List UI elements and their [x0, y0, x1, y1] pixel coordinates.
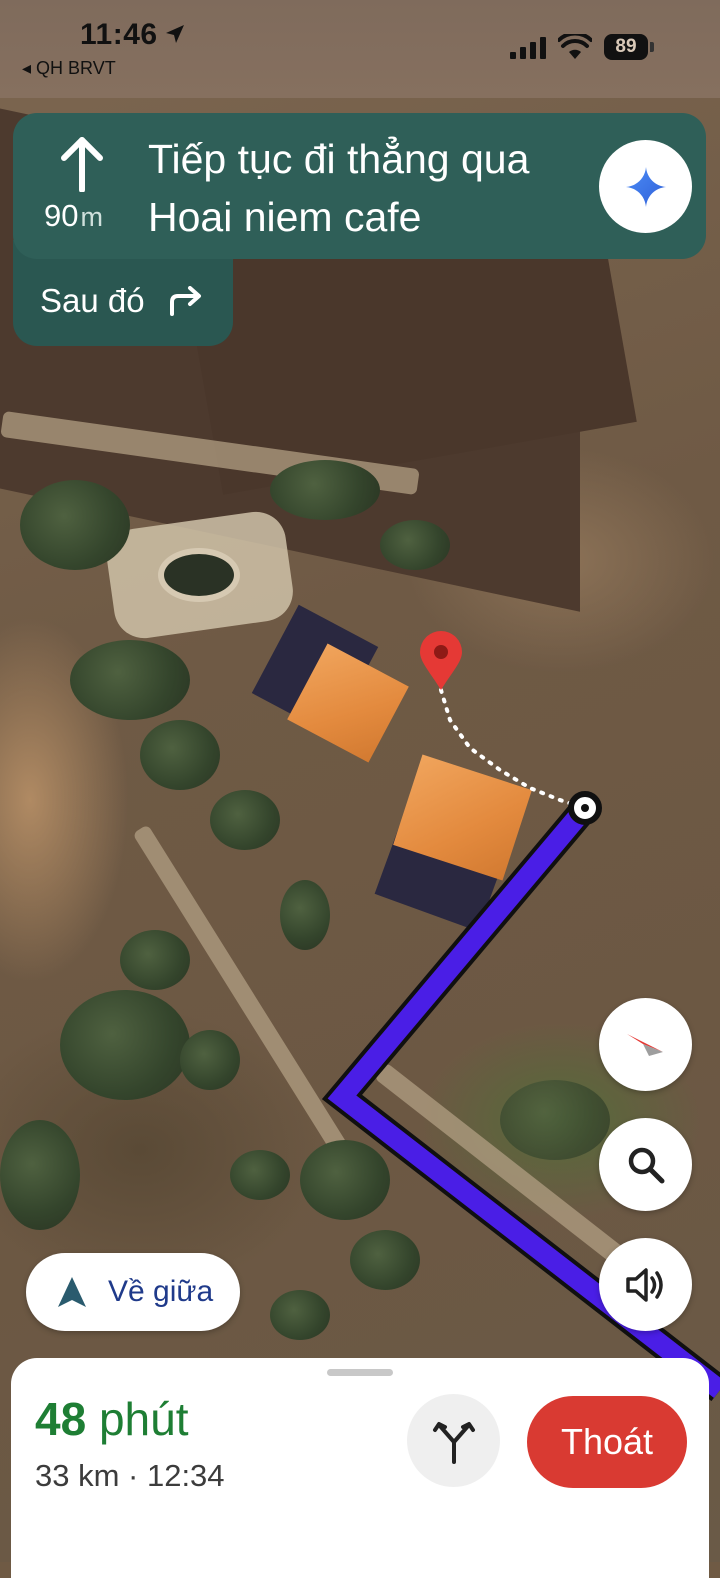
turn-right-icon	[170, 286, 201, 316]
straight-arrow-icon	[61, 137, 103, 192]
alternate-routes-button[interactable]	[407, 1394, 500, 1487]
status-bar: 11:46 ◂ QH BRVT 89	[0, 0, 720, 98]
eta-number: 48	[35, 1393, 87, 1445]
distance-value: 90	[44, 198, 79, 233]
recenter-label: Về giữa	[108, 1275, 214, 1308]
alternate-routes-icon	[432, 1421, 475, 1464]
gemini-assistant-button[interactable]	[599, 140, 692, 233]
distance-unit: m	[80, 202, 103, 232]
compass-icon	[626, 1033, 663, 1056]
sparkle-icon	[625, 166, 666, 207]
sound-button[interactable]	[599, 1238, 692, 1331]
search-icon	[628, 1147, 664, 1183]
destination-pin-icon	[420, 631, 462, 690]
status-time: 11:46	[80, 18, 158, 51]
cellular-signal-icon	[510, 37, 546, 59]
walking-path-dotted	[439, 688, 580, 808]
compass-button[interactable]	[599, 998, 692, 1091]
battery-level: 89	[615, 36, 637, 57]
battery-indicator: 89	[604, 34, 656, 62]
eta-unit: phút	[98, 1393, 189, 1445]
trip-bottom-sheet[interactable]: 48 phút 33 km · 12:34 Thoát	[11, 1358, 709, 1578]
then-label: Sau đó	[40, 282, 145, 319]
location-arrow-icon	[166, 25, 184, 43]
wifi-icon	[558, 34, 592, 59]
eta-duration: 48 phút	[35, 1392, 188, 1446]
search-button[interactable]	[599, 1118, 692, 1211]
instruction-text: Tiếp tục đi thẳng qua Hoai niem cafe	[148, 136, 530, 240]
trip-summary: 33 km · 12:34	[35, 1458, 225, 1493]
exit-navigation-button[interactable]: Thoát	[527, 1396, 687, 1488]
sheet-drag-handle[interactable]	[327, 1369, 393, 1376]
recenter-button[interactable]: Về giữa	[26, 1253, 240, 1331]
maneuver-distance: 90m	[44, 198, 103, 234]
back-to-app-link[interactable]: ◂ QH BRVT	[22, 58, 116, 79]
volume-icon	[625, 1267, 663, 1302]
navigation-arrow-icon	[58, 1277, 86, 1307]
